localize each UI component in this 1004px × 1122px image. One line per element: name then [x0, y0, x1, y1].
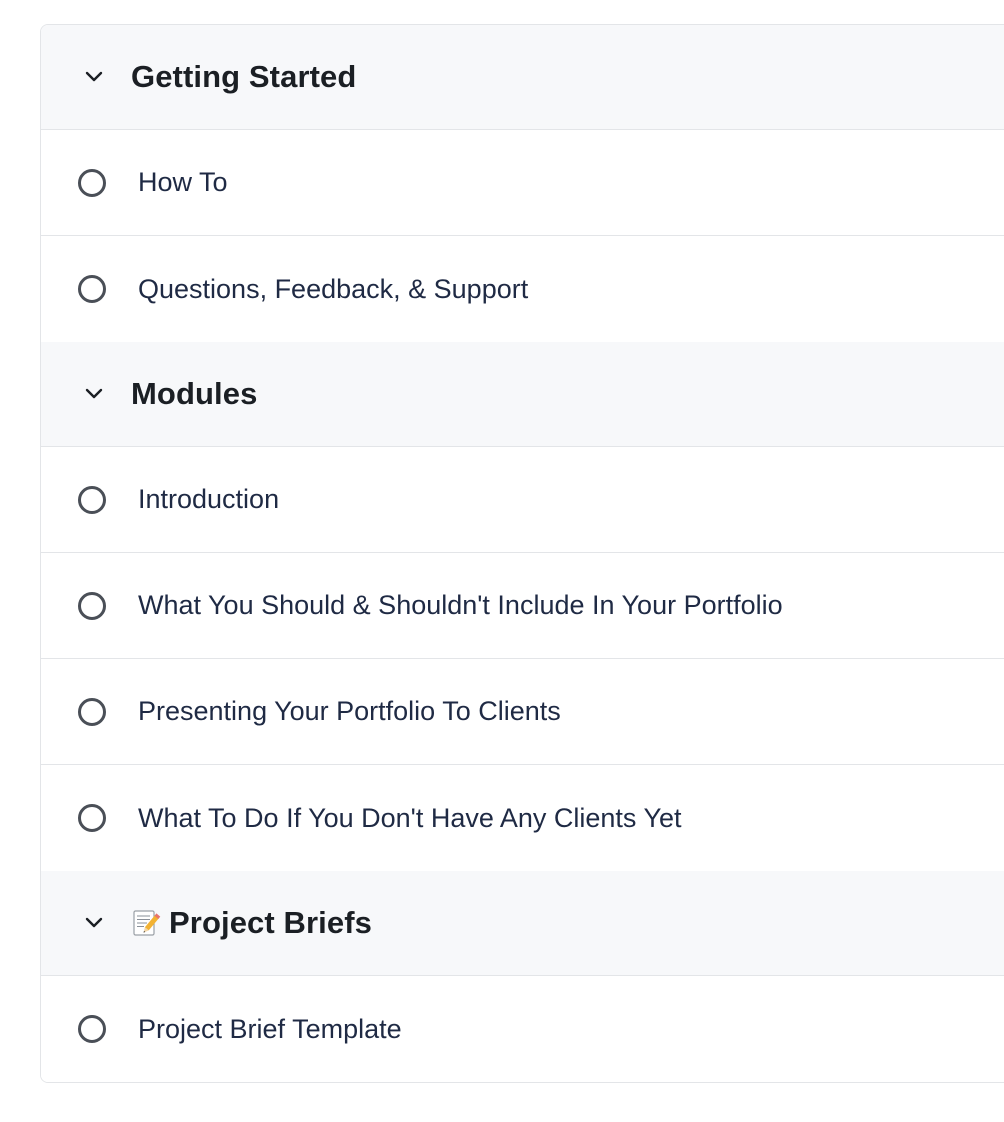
section-header-getting-started[interactable]: Getting Started — [41, 25, 1004, 130]
memo-icon — [131, 908, 161, 938]
lesson-status-circle-icon[interactable] — [78, 697, 106, 726]
section-header-project-briefs[interactable]: Project Briefs — [41, 871, 1004, 976]
lesson-label: Presenting Your Portfolio To Clients — [138, 696, 561, 726]
lesson-item[interactable]: What You Should & Shouldn't Include In Y… — [41, 553, 1004, 659]
section-title: Getting Started — [131, 59, 357, 94]
section-header-modules[interactable]: Modules — [41, 342, 1004, 447]
section-title: Project Briefs — [169, 905, 372, 940]
lesson-item[interactable]: What To Do If You Don't Have Any Clients… — [41, 765, 1004, 871]
lesson-item[interactable]: Questions, Feedback, & Support — [41, 236, 1004, 342]
chevron-down-icon[interactable] — [83, 383, 105, 405]
chevron-down-icon[interactable] — [83, 912, 105, 934]
lesson-item[interactable]: Introduction — [41, 447, 1004, 553]
section-title: Modules — [131, 376, 258, 411]
lesson-label: Project Brief Template — [138, 1013, 402, 1044]
lesson-item[interactable]: How To — [41, 130, 1004, 236]
course-outline: Getting Started How To Questions, Feedba… — [40, 24, 1004, 1083]
lesson-status-circle-icon[interactable] — [78, 275, 106, 303]
lesson-item[interactable]: Presenting Your Portfolio To Clients — [41, 659, 1004, 765]
lesson-label: Introduction — [138, 484, 280, 514]
lesson-status-circle-icon[interactable] — [78, 168, 106, 197]
lesson-label: What You Should & Shouldn't Include In Y… — [138, 590, 783, 620]
lesson-status-circle-icon[interactable] — [78, 485, 106, 514]
lesson-label: How To — [138, 167, 228, 197]
lesson-status-circle-icon[interactable] — [78, 591, 106, 620]
lesson-label: What To Do If You Don't Have Any Clients… — [138, 802, 682, 833]
lesson-status-circle-icon[interactable] — [78, 1015, 106, 1043]
lesson-status-circle-icon[interactable] — [78, 804, 106, 832]
chevron-down-icon[interactable] — [83, 66, 105, 88]
lesson-item[interactable]: Project Brief Template — [41, 976, 1004, 1082]
lesson-label: Questions, Feedback, & Support — [138, 273, 529, 304]
